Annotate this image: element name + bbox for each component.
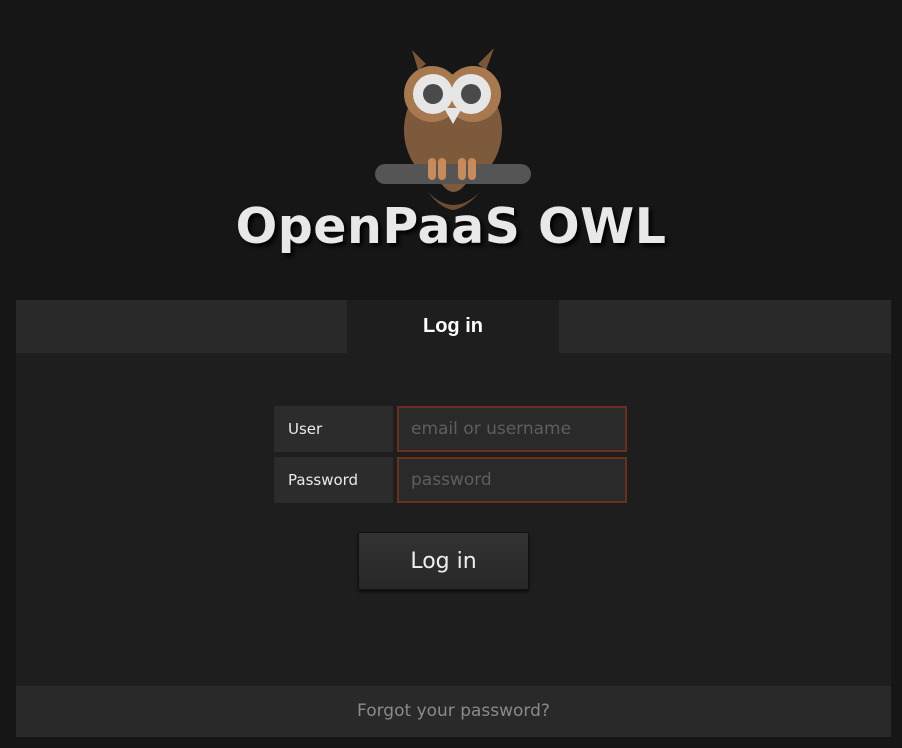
footer-bar: Forgot your password? [16,686,891,737]
owl-logo-icon [375,48,531,210]
password-label: Password [274,457,393,503]
login-page: OpenPaaS OWL Log in User Password Log in… [0,0,902,748]
login-button[interactable]: Log in [358,532,529,590]
app-title: OpenPaaS OWL [235,198,667,255]
tab-strip: Log in [16,300,891,353]
user-input[interactable] [397,406,627,452]
user-label: User [274,406,393,452]
tab-login[interactable]: Log in [347,300,559,353]
forgot-password-link[interactable]: Forgot your password? [357,701,550,721]
login-panel: Log in User Password Log in Forgot your … [16,300,891,737]
password-input[interactable] [397,457,627,503]
